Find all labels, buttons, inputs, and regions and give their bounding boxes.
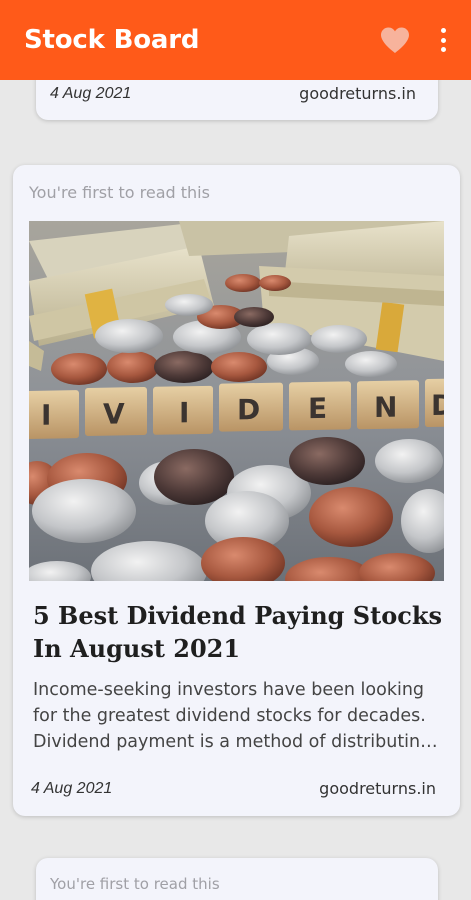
card-meta: 4 Aug 2021 goodreturns.in	[36, 84, 438, 103]
app-bar-actions	[379, 26, 447, 54]
card-meta: 4 Aug 2021 goodreturns.in	[13, 779, 460, 798]
card-date: 4 Aug 2021	[31, 779, 113, 797]
app-bar: Stock Board	[0, 0, 471, 80]
app-screen: 4 Aug 2021 goodreturns.in You're first t…	[0, 0, 471, 900]
first-to-read-badge: You're first to read this	[29, 183, 210, 202]
article-summary: Income-seeking investors have been looki…	[33, 680, 432, 752]
heart-icon[interactable]	[379, 26, 411, 54]
menu-dot	[440, 37, 446, 43]
card-source: goodreturns.in	[319, 779, 436, 798]
svg-text:N: N	[374, 391, 397, 424]
svg-text:I: I	[41, 399, 51, 432]
svg-text:D: D	[237, 393, 260, 426]
svg-text:E: E	[308, 392, 327, 425]
dividend-coins-photo-icon: I V I D E N D	[29, 221, 444, 581]
news-card[interactable]: You're first to read this	[13, 165, 460, 816]
more-vertical-icon[interactable]	[439, 28, 447, 52]
card-date: 4 Aug 2021	[50, 84, 132, 102]
menu-dot	[440, 47, 446, 52]
article-title[interactable]: 5 Best Dividend Paying Stocks In August …	[33, 599, 443, 665]
svg-text:D: D	[431, 389, 444, 422]
article-image[interactable]: I V I D E N D	[29, 221, 444, 581]
menu-dot	[440, 28, 446, 33]
news-card[interactable]: You're first to read this	[36, 858, 438, 900]
svg-text:I: I	[179, 396, 189, 429]
svg-text:V: V	[103, 397, 125, 430]
first-to-read-badge: You're first to read this	[50, 875, 220, 893]
app-title: Stock Board	[24, 25, 200, 55]
card-source: goodreturns.in	[299, 84, 416, 103]
